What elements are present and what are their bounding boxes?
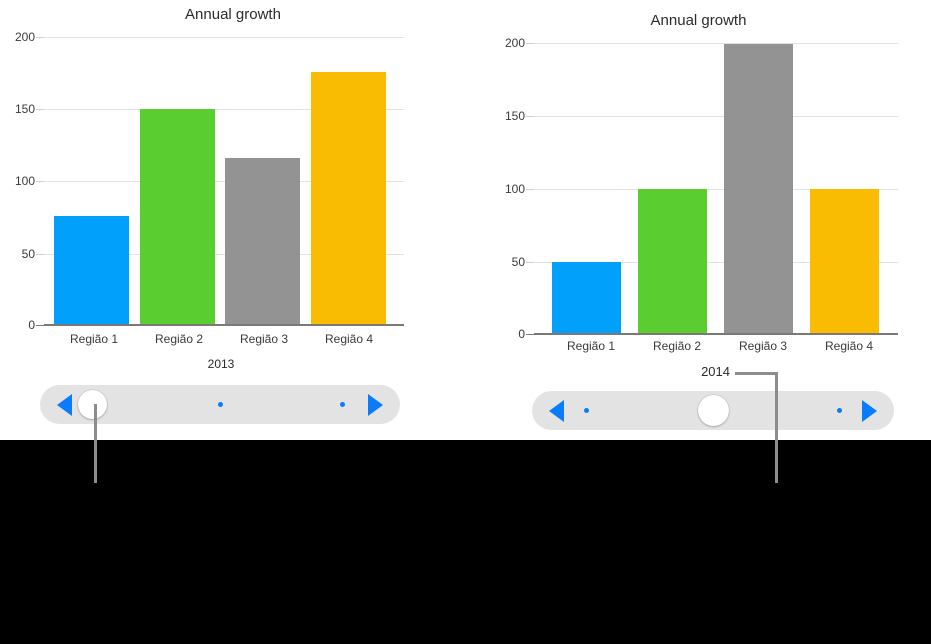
- ytick-stub-100: [36, 181, 44, 182]
- ytick-stub-0: [526, 334, 534, 335]
- slider-dot-2[interactable]: [837, 408, 843, 413]
- plot-area-2014: 200 150 100 50 0: [505, 36, 898, 341]
- ytick-label-150: 150: [14, 102, 35, 116]
- x-axis-line-2014: [534, 333, 898, 335]
- ytick-stub-0: [36, 325, 44, 326]
- gridline-200: [44, 37, 404, 38]
- ytick-stub-150: [526, 116, 534, 117]
- slider-dot-1[interactable]: [583, 408, 589, 413]
- ytick-label-50: 50: [511, 255, 525, 269]
- triangle-left-icon[interactable]: [57, 393, 72, 416]
- plot-area-2013: 200 150 100 50 0: [15, 30, 404, 332]
- xtick-label-regiao-4: Região 4: [324, 332, 374, 346]
- ytick-label-0: 0: [28, 318, 35, 332]
- gridline-150: [534, 116, 898, 117]
- ytick-stub-200: [526, 43, 534, 44]
- year-slider-2014[interactable]: [532, 391, 894, 430]
- gridline-200: [534, 43, 898, 44]
- xtick-label-regiao-4: Região 4: [824, 339, 874, 353]
- xtick-label-regiao-2: Região 2: [154, 332, 204, 346]
- triangle-left-icon[interactable]: [549, 399, 564, 422]
- ytick-stub-150: [36, 109, 44, 110]
- chart-2014: Annual growth 200 150 100 50 0 Região 1 …: [466, 0, 931, 380]
- bar-regiao-1[interactable]: [552, 262, 621, 335]
- ytick-label-50: 50: [21, 247, 35, 261]
- series-label-2013: 2013: [207, 357, 235, 371]
- ytick-stub-100: [526, 189, 534, 190]
- bar-regiao-4[interactable]: [311, 72, 386, 326]
- ytick-stub-50: [36, 254, 44, 255]
- x-axis-line-2013: [44, 324, 404, 326]
- xtick-label-regiao-3: Região 3: [738, 339, 788, 353]
- bar-regiao-1[interactable]: [54, 216, 129, 326]
- triangle-right-icon[interactable]: [862, 399, 877, 422]
- callout-label-2014: 2014: [701, 364, 730, 379]
- slider-dot-2[interactable]: [339, 402, 345, 407]
- ytick-label-200: 200: [504, 36, 525, 50]
- slider-thumb-2013[interactable]: [78, 390, 107, 419]
- bar-regiao-2[interactable]: [140, 109, 215, 326]
- ytick-label-100: 100: [14, 174, 35, 188]
- xtick-label-regiao-1: Região 1: [566, 339, 616, 353]
- bar-regiao-4[interactable]: [810, 189, 879, 335]
- slider-thumb-2014[interactable]: [698, 395, 729, 426]
- chart-title-2014: Annual growth: [650, 12, 747, 29]
- ytick-stub-50: [526, 262, 534, 263]
- xtick-label-regiao-1: Região 1: [69, 332, 119, 346]
- triangle-right-icon[interactable]: [368, 393, 383, 416]
- callout-elbow-right: [735, 372, 778, 375]
- slider-dot-1[interactable]: [217, 402, 223, 407]
- xtick-label-regiao-3: Região 3: [239, 332, 289, 346]
- chart-panel-left: Annual growth 200 150 100 50 0 Região 1: [0, 0, 466, 440]
- callout-line-right: [775, 372, 778, 483]
- ytick-label-0: 0: [518, 327, 525, 341]
- bar-regiao-2[interactable]: [638, 189, 707, 335]
- ytick-stub-200: [36, 37, 44, 38]
- callout-line-left: [94, 404, 97, 483]
- ytick-label-100: 100: [504, 182, 525, 196]
- bar-regiao-3[interactable]: [225, 158, 300, 326]
- ytick-label-200: 200: [14, 30, 35, 44]
- chart-2013: Annual growth 200 150 100 50 0 Região 1: [0, 0, 466, 380]
- ytick-label-150: 150: [504, 109, 525, 123]
- bar-regiao-3[interactable]: [724, 44, 793, 335]
- xtick-label-regiao-2: Região 2: [652, 339, 702, 353]
- chart-title-2013: Annual growth: [185, 6, 281, 23]
